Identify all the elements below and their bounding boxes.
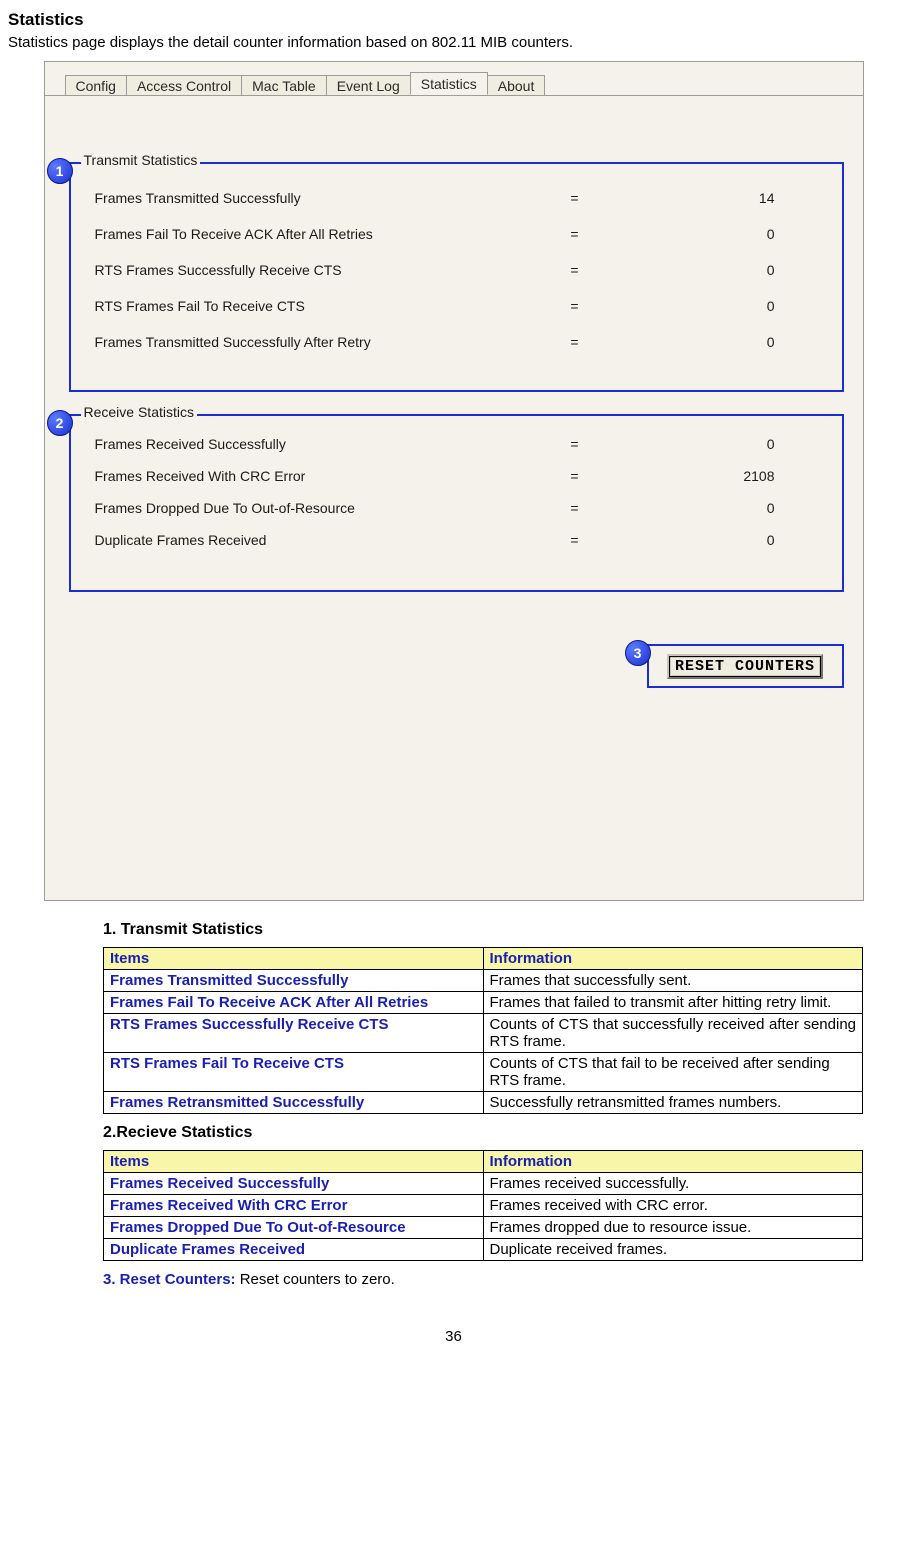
section-3-rest: Reset counters to zero. (236, 1271, 395, 1288)
callout-3: 3 (625, 640, 651, 666)
info-cell: Counts of CTS that fail to be received a… (483, 1053, 863, 1092)
callout-1: 1 (47, 158, 73, 184)
stat-label: Frames Received With CRC Error (95, 468, 495, 484)
table-row: Frames Received Successfully Frames rece… (104, 1173, 863, 1195)
info-cell: Successfully retransmitted frames number… (483, 1092, 863, 1114)
table-row: Frames Transmitted Successfully Frames t… (104, 970, 863, 992)
info-cell: Duplicate received frames. (483, 1239, 863, 1261)
info-cell: Frames dropped due to resource issue. (483, 1217, 863, 1239)
stat-label: Frames Transmitted Successfully (95, 190, 495, 206)
transmit-statistics-table: Items Information Frames Transmitted Suc… (103, 947, 863, 1114)
stat-label: Frames Dropped Due To Out-of-Resource (95, 500, 495, 516)
stat-value: 0 (655, 226, 775, 242)
table-row: Frames Retransmitted Successfully Succes… (104, 1092, 863, 1114)
stat-eq: = (495, 436, 655, 452)
transmit-rows: Frames Transmitted Successfully = 14 Fra… (95, 180, 832, 360)
item-cell: Frames Transmitted Successfully (104, 970, 484, 992)
transmit-statistics-group: Transmit Statistics Frames Transmitted S… (69, 162, 844, 392)
stat-eq: = (495, 262, 655, 278)
stat-label: RTS Frames Successfully Receive CTS (95, 262, 495, 278)
info-cell: Frames received with CRC error. (483, 1195, 863, 1217)
tab-access-control[interactable]: Access Control (126, 75, 242, 96)
info-cell: Frames received successfully. (483, 1173, 863, 1195)
table-row: RTS Frames Fail To Receive CTS Counts of… (104, 1053, 863, 1092)
stat-row: Frames Fail To Receive ACK After All Ret… (95, 216, 832, 252)
table-row: Frames Received With CRC Error Frames re… (104, 1195, 863, 1217)
intro-text: Statistics page displays the detail coun… (8, 34, 899, 51)
stat-value: 0 (655, 500, 775, 516)
stat-row: Frames Transmitted Successfully = 14 (95, 180, 832, 216)
stat-label: Frames Received Successfully (95, 436, 495, 452)
section-1-heading: 1. Transmit Statistics (103, 921, 899, 939)
tab-config[interactable]: Config (65, 75, 127, 96)
item-cell: RTS Frames Fail To Receive CTS (104, 1053, 484, 1092)
stat-label: RTS Frames Fail To Receive CTS (95, 298, 495, 314)
tab-mac-table[interactable]: Mac Table (241, 75, 327, 96)
stat-value: 0 (655, 262, 775, 278)
dialog-window: Config Access Control Mac Table Event Lo… (44, 61, 864, 901)
transmit-legend: Transmit Statistics (81, 152, 201, 168)
stat-value: 14 (655, 190, 775, 206)
item-cell: Frames Received Successfully (104, 1173, 484, 1195)
stat-value: 0 (655, 334, 775, 350)
tab-strip: Config Access Control Mac Table Event Lo… (65, 72, 545, 95)
stat-eq: = (495, 298, 655, 314)
receive-legend: Receive Statistics (81, 404, 197, 420)
receive-rows: Frames Received Successfully = 0 Frames … (95, 428, 832, 556)
info-cell: Frames that successfully sent. (483, 970, 863, 992)
table-row: Frames Fail To Receive ACK After All Ret… (104, 992, 863, 1014)
item-cell: RTS Frames Successfully Receive CTS (104, 1014, 484, 1053)
stat-value: 0 (655, 532, 775, 548)
info-cell: Frames that failed to transmit after hit… (483, 992, 863, 1014)
tab-statistics[interactable]: Statistics (410, 72, 488, 95)
table-header-information: Information (483, 948, 863, 970)
stat-row: Duplicate Frames Received = 0 (95, 524, 832, 556)
reset-counters-wrap: RESET COUNTERS (647, 644, 844, 688)
item-cell: Frames Dropped Due To Out-of-Resource (104, 1217, 484, 1239)
tab-strip-baseline (45, 95, 863, 96)
table-header-items: Items (104, 948, 484, 970)
stat-eq: = (495, 532, 655, 548)
stat-eq: = (495, 226, 655, 242)
page-title: Statistics (8, 10, 899, 30)
page-number: 36 (8, 1328, 899, 1345)
info-cell: Counts of CTS that successfully received… (483, 1014, 863, 1053)
tab-about[interactable]: About (487, 75, 546, 96)
stat-value: 0 (655, 436, 775, 452)
stat-eq: = (495, 468, 655, 484)
callout-2: 2 (47, 410, 73, 436)
table-row: RTS Frames Successfully Receive CTS Coun… (104, 1014, 863, 1053)
section-3-line: 3. Reset Counters: Reset counters to zer… (103, 1271, 899, 1288)
stat-label: Frames Fail To Receive ACK After All Ret… (95, 226, 495, 242)
stat-row: Frames Received With CRC Error = 2108 (95, 460, 832, 492)
table-header-information: Information (483, 1151, 863, 1173)
stat-eq: = (495, 334, 655, 350)
item-cell: Frames Fail To Receive ACK After All Ret… (104, 992, 484, 1014)
stat-eq: = (495, 500, 655, 516)
stat-row: RTS Frames Successfully Receive CTS = 0 (95, 252, 832, 288)
item-cell: Frames Received With CRC Error (104, 1195, 484, 1217)
stat-value: 2108 (655, 468, 775, 484)
table-row: Frames Dropped Due To Out-of-Resource Fr… (104, 1217, 863, 1239)
stat-row: Frames Dropped Due To Out-of-Resource = … (95, 492, 832, 524)
item-cell: Frames Retransmitted Successfully (104, 1092, 484, 1114)
item-cell: Duplicate Frames Received (104, 1239, 484, 1261)
receive-statistics-group: Receive Statistics Frames Received Succe… (69, 414, 844, 592)
stat-value: 0 (655, 298, 775, 314)
stat-row: Frames Received Successfully = 0 (95, 428, 832, 460)
stat-eq: = (495, 190, 655, 206)
table-row: Duplicate Frames Received Duplicate rece… (104, 1239, 863, 1261)
stat-row: RTS Frames Fail To Receive CTS = 0 (95, 288, 832, 324)
tab-event-log[interactable]: Event Log (326, 75, 411, 96)
stat-row: Frames Transmitted Successfully After Re… (95, 324, 832, 360)
table-header-items: Items (104, 1151, 484, 1173)
reset-counters-button[interactable]: RESET COUNTERS (667, 654, 823, 679)
stat-label: Duplicate Frames Received (95, 532, 495, 548)
section-2-heading: 2.Recieve Statistics (103, 1124, 899, 1142)
stat-label: Frames Transmitted Successfully After Re… (95, 334, 495, 350)
section-3-bold: 3. Reset Counters: (103, 1271, 236, 1288)
receive-statistics-table: Items Information Frames Received Succes… (103, 1150, 863, 1261)
